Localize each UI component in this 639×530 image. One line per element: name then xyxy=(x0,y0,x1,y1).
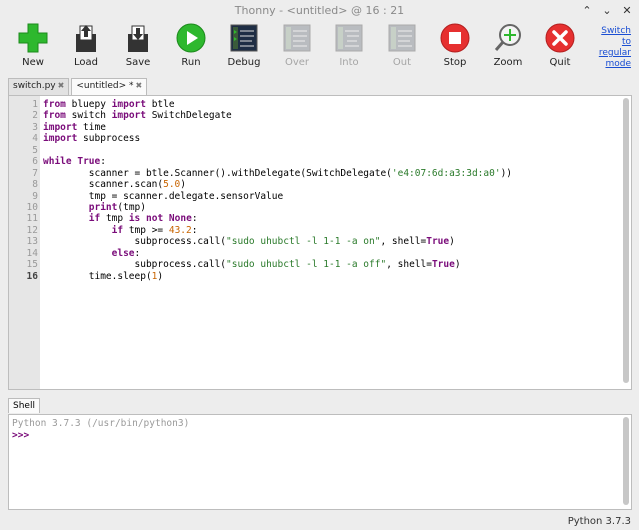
run-label: Run xyxy=(181,57,201,68)
code-line[interactable]: import time xyxy=(43,122,512,133)
code-line[interactable]: if tmp is not None: xyxy=(43,213,512,224)
code-editor[interactable]: 1 2 3 4 5 6 7 8 9 10 11 12 13 14 15 16 from bluepy impo… xyxy=(8,95,632,390)
close-tab-icon[interactable]: ✖ xyxy=(136,81,143,90)
code-line[interactable]: print(tmp) xyxy=(43,202,512,213)
code-line[interactable]: scanner = btle.Scanner().withDelegate(Sw… xyxy=(43,168,512,179)
maximize-icon[interactable]: ⌄ xyxy=(601,4,613,17)
code-text[interactable]: from bluepy import btle from switch impor… xyxy=(43,99,512,282)
load-icon xyxy=(76,25,96,52)
debug-icon xyxy=(230,24,258,52)
shell-prompt[interactable]: >>> xyxy=(12,430,29,441)
line-number: 4 xyxy=(32,133,38,145)
stop-button[interactable]: Stop xyxy=(428,22,482,68)
toolbar: New Load Save Run Debug Over Into Out St… xyxy=(0,22,639,72)
save-icon xyxy=(128,25,148,52)
editor-tabs: switch.py ✖ <untitled> * ✖ xyxy=(8,78,149,96)
tab-label: switch.py xyxy=(13,81,56,91)
line-number: 9 xyxy=(32,190,38,202)
code-line[interactable]: if tmp >= 43.2: xyxy=(43,225,512,236)
out-button[interactable]: Out xyxy=(375,22,429,68)
line-number: 7 xyxy=(32,167,38,179)
tab-untitled[interactable]: <untitled> * ✖ xyxy=(71,78,148,96)
window-title: Thonny - <untitled> @ 16 : 21 xyxy=(234,4,405,17)
stop-icon xyxy=(440,23,470,53)
over-label: Over xyxy=(284,57,310,68)
code-line[interactable]: from switch import SwitchDelegate xyxy=(43,110,512,121)
new-button[interactable]: New xyxy=(6,22,60,68)
quit-button[interactable]: Quit xyxy=(533,22,587,68)
code-line[interactable]: subprocess.call("sudo uhubctl -l 1-1 -a … xyxy=(43,259,512,270)
window-controls: ⌃ ⌄ ✕ xyxy=(581,4,633,17)
interpreter-status[interactable]: Python 3.7.3 xyxy=(568,516,631,527)
minimize-icon[interactable]: ⌃ xyxy=(581,4,593,17)
line-number: 8 xyxy=(32,179,38,191)
tab-switch-py[interactable]: switch.py ✖ xyxy=(8,78,70,96)
load-label: Load xyxy=(74,57,98,68)
debug-button[interactable]: Debug xyxy=(217,22,271,68)
line-number: 16 xyxy=(26,270,38,282)
editor-scrollbar[interactable] xyxy=(623,98,629,383)
tab-label: <untitled> * xyxy=(76,81,134,91)
line-number: 5 xyxy=(32,144,38,156)
code-line[interactable]: tmp = scanner.delegate.sensorValue xyxy=(43,191,512,202)
save-label: Save xyxy=(125,57,151,68)
close-tab-icon[interactable]: ✖ xyxy=(58,81,65,90)
code-line[interactable]: scanner.scan(5.0) xyxy=(43,179,512,190)
tab-shell[interactable]: Shell xyxy=(8,398,40,413)
run-button[interactable]: Run xyxy=(164,22,218,68)
code-line[interactable]: while True: xyxy=(43,156,512,167)
step-out-icon xyxy=(388,24,416,52)
line-number: 10 xyxy=(26,201,38,213)
quit-label: Quit xyxy=(549,57,571,68)
step-over-icon xyxy=(283,24,311,52)
over-button[interactable]: Over xyxy=(270,22,324,68)
zoom-icon xyxy=(494,24,521,51)
code-line[interactable]: subprocess.call("sudo uhubctl -l 1-1 -a … xyxy=(43,236,512,247)
quit-icon xyxy=(545,23,575,53)
load-button[interactable]: Load xyxy=(59,22,113,68)
line-number-gutter: 1 2 3 4 5 6 7 8 9 10 11 12 13 14 15 16 xyxy=(9,96,40,389)
new-label: New xyxy=(22,57,44,68)
line-number: 14 xyxy=(26,247,38,259)
step-into-icon xyxy=(335,24,363,52)
line-number: 1 xyxy=(32,99,38,110)
line-number: 12 xyxy=(26,224,38,236)
line-number: 6 xyxy=(32,156,38,168)
close-icon[interactable]: ✕ xyxy=(621,4,633,17)
line-number: 3 xyxy=(32,121,38,133)
code-line[interactable] xyxy=(43,145,512,156)
run-icon xyxy=(176,23,206,53)
line-number: 15 xyxy=(26,259,38,271)
shell-banner: Python 3.7.3 (/usr/bin/python3) xyxy=(12,418,190,429)
line-number: 13 xyxy=(26,236,38,248)
zoom-button[interactable]: Zoom xyxy=(481,22,535,68)
out-label: Out xyxy=(392,57,412,68)
code-line[interactable]: else: xyxy=(43,248,512,259)
save-button[interactable]: Save xyxy=(111,22,165,68)
shell-panel[interactable]: Python 3.7.3 (/usr/bin/python3) >>> xyxy=(8,414,632,510)
switch-mode-link[interactable]: Switch to regular mode xyxy=(591,26,631,70)
into-label: Into xyxy=(339,57,359,68)
zoom-label: Zoom xyxy=(493,57,523,68)
line-number: 2 xyxy=(32,110,38,122)
into-button[interactable]: Into xyxy=(322,22,376,68)
debug-label: Debug xyxy=(227,57,261,68)
code-line[interactable]: import subprocess xyxy=(43,133,512,144)
code-line[interactable]: time.sleep(1) xyxy=(43,271,512,282)
line-number: 11 xyxy=(26,213,38,225)
new-file-icon xyxy=(18,23,48,53)
shell-scrollbar[interactable] xyxy=(623,417,629,505)
code-line[interactable]: from bluepy import btle xyxy=(43,99,512,110)
line-numbers: 1 2 3 4 5 6 7 8 9 10 11 12 13 14 15 16 xyxy=(9,99,42,282)
title-bar: Thonny - <untitled> @ 16 : 21 ⌃ ⌄ ✕ xyxy=(0,0,639,22)
stop-label: Stop xyxy=(443,57,467,68)
